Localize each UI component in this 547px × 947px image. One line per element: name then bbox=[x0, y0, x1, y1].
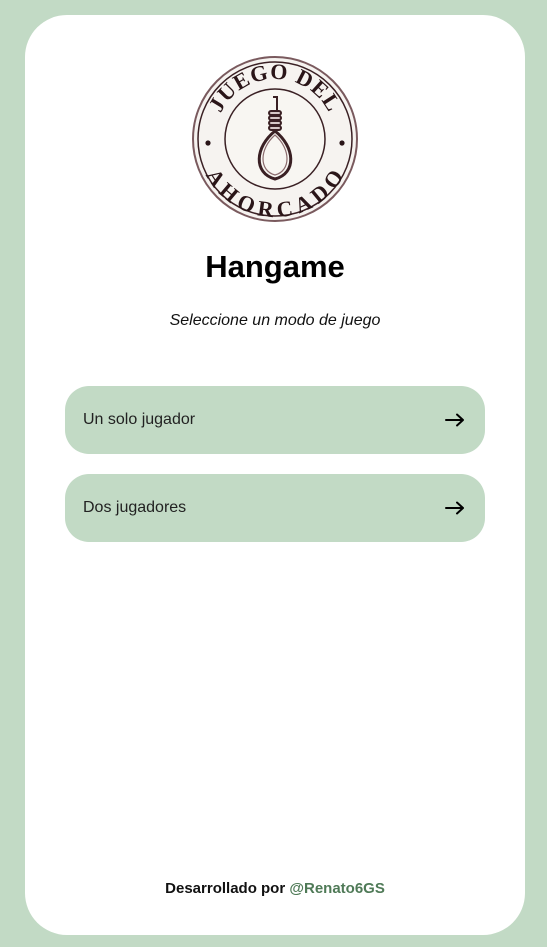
single-player-label: Un solo jugador bbox=[83, 411, 196, 428]
footer-prefix: Desarrollado por bbox=[165, 880, 286, 897]
page-title: Hangame bbox=[205, 249, 345, 284]
author-link[interactable]: @Renato6GS bbox=[289, 880, 384, 897]
page-subtitle: Seleccione un modo de juego bbox=[169, 312, 381, 329]
arrow-right-icon bbox=[445, 501, 464, 515]
arrow-right-icon bbox=[445, 413, 464, 427]
main-card: JUEGO DEL AHORCADO Hangame Seleccione un… bbox=[25, 15, 525, 935]
hangman-logo: JUEGO DEL AHORCADO bbox=[192, 56, 358, 222]
two-players-label: Dos jugadores bbox=[83, 499, 187, 516]
two-players-button[interactable]: Dos jugadores bbox=[65, 474, 485, 542]
footer-credit: Desarrollado por @Renato6GS bbox=[25, 879, 525, 899]
single-player-button[interactable]: Un solo jugador bbox=[65, 386, 485, 454]
